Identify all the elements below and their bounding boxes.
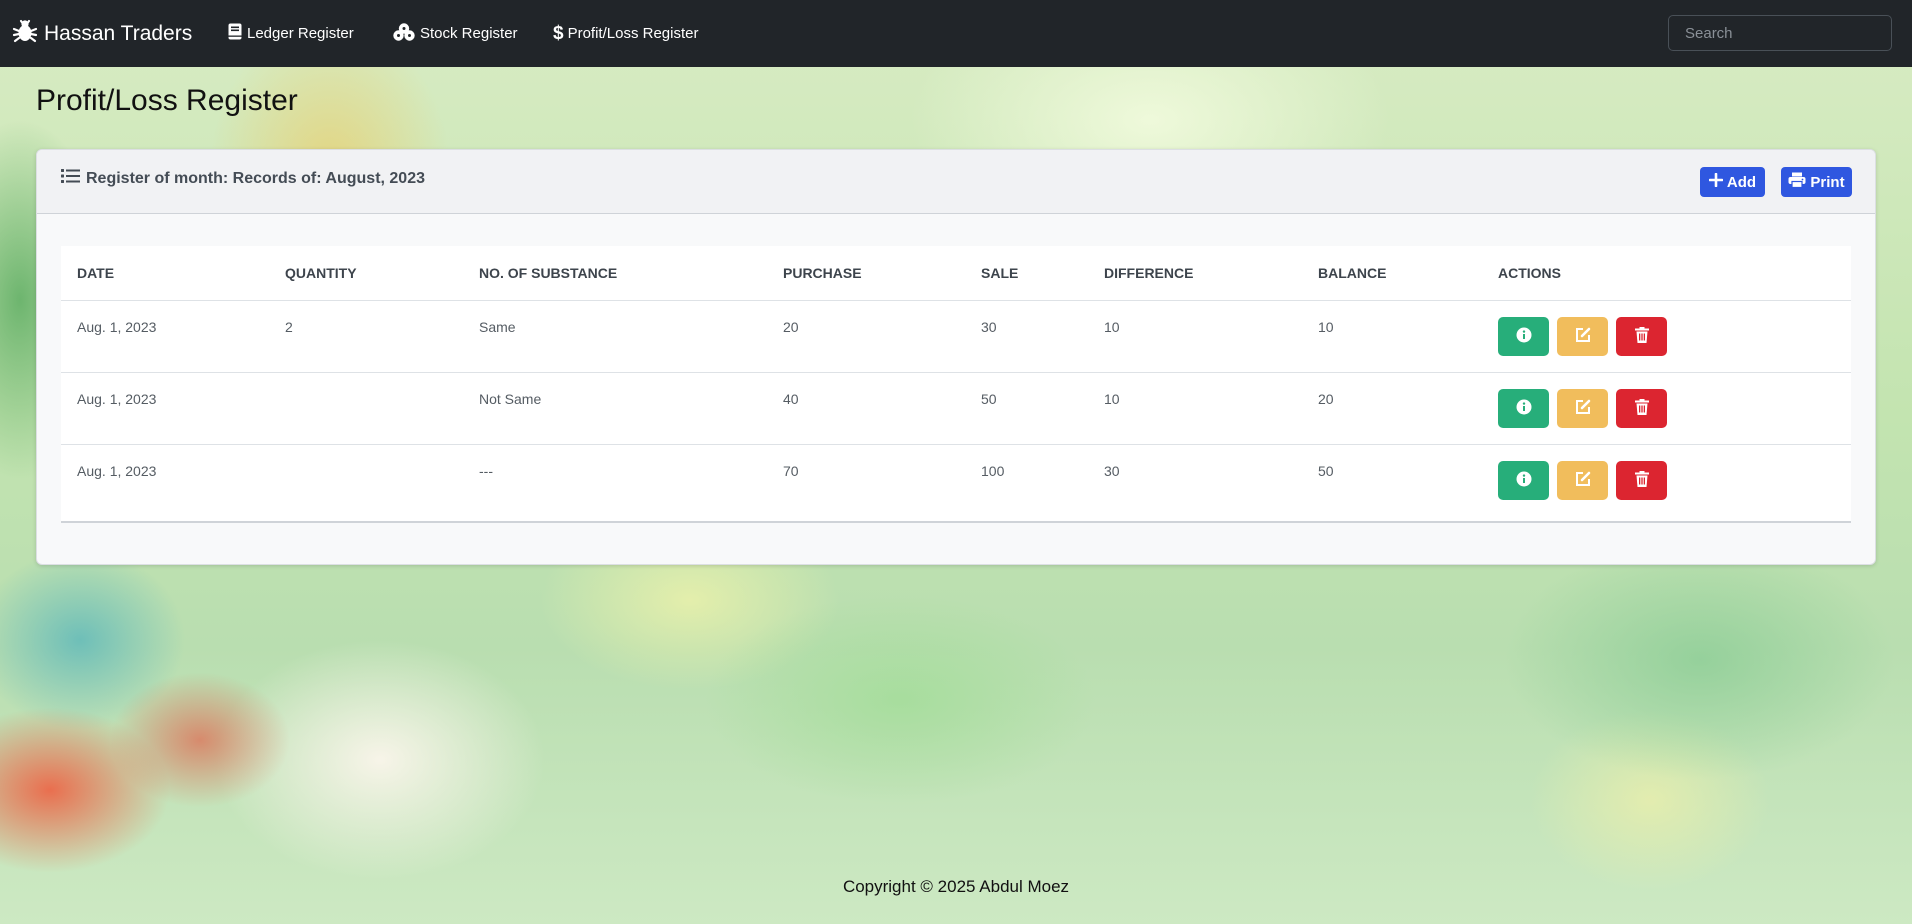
brand-link[interactable]: Hassan Traders [12, 0, 192, 67]
column-header-date: DATE [61, 246, 269, 301]
view-button[interactable] [1498, 316, 1549, 356]
nav-link-profit-loss-register[interactable]: $ Profit/Loss Register [553, 0, 698, 67]
cell-difference: 30 [1088, 443, 1302, 516]
column-header-quantity: QUANTITY [269, 246, 463, 301]
cell-balance: 20 [1302, 371, 1482, 444]
cell-difference: 10 [1088, 371, 1302, 444]
delete-button[interactable] [1616, 460, 1667, 500]
dollar-icon: $ [553, 22, 564, 44]
view-button[interactable] [1498, 460, 1549, 500]
cell-sale: 50 [965, 371, 1088, 444]
cell-substance: --- [463, 443, 767, 516]
info-icon [1516, 471, 1532, 490]
plus-icon [1708, 172, 1727, 191]
table-row: Aug. 1, 2023 --- 70 100 30 50 [61, 443, 1851, 516]
cell-difference: 10 [1104, 318, 1120, 335]
cell-balance: 50 [1302, 443, 1482, 516]
table-row: Aug. 1, 2023 2 Same 20 30 10 10 [61, 300, 1851, 372]
list-icon [61, 168, 86, 189]
delete-button[interactable] [1616, 388, 1667, 428]
nav-link-label: Profit/Loss Register [567, 25, 699, 42]
print-button-label: Print [1810, 173, 1845, 191]
cell-sale: 100 [965, 443, 1088, 516]
cell-purchase: 40 [767, 371, 965, 444]
footer-copyright: Copyright © 2025 Abdul Moez [842, 877, 1070, 896]
brand-name: Hassan Traders [44, 21, 193, 45]
info-icon [1516, 327, 1532, 346]
print-button[interactable]: Print [1781, 167, 1852, 197]
column-header-difference: DIFFERENCE [1088, 246, 1302, 301]
cell-balance: 10 [1318, 318, 1334, 335]
nav-link-stock-register[interactable]: Stock Register [393, 0, 518, 67]
table-row: Aug. 1, 2023 Not Same 40 50 10 20 [61, 371, 1851, 444]
cell-quantity: 2 [285, 318, 293, 335]
bug-icon [12, 18, 44, 50]
cell-actions [1482, 300, 1851, 372]
cell-purchase: 70 [767, 443, 965, 516]
edit-button[interactable] [1557, 316, 1608, 356]
cell-substance: Not Same [463, 371, 767, 444]
cell-quantity [269, 371, 463, 444]
register-table-container: DATE QUANTITY NO. OF SUBSTANCE PURCHASE … [61, 246, 1851, 523]
trash-icon [1634, 326, 1649, 346]
page-title: Profit/Loss Register [36, 84, 298, 117]
search-input[interactable] [1668, 15, 1892, 51]
add-button[interactable]: Add [1700, 167, 1765, 197]
view-button[interactable] [1498, 388, 1549, 428]
trash-icon [1634, 470, 1649, 490]
edit-button[interactable] [1557, 388, 1608, 428]
cell-sale: 30 [981, 318, 997, 335]
card-header: Register of month: Records of: August, 2… [37, 150, 1875, 214]
info-icon [1516, 399, 1532, 418]
column-header-sale: SALE [965, 246, 1088, 301]
cell-substance: Same [479, 318, 516, 335]
edit-icon [1574, 470, 1592, 491]
cell-quantity [269, 443, 463, 516]
edit-icon [1574, 326, 1592, 347]
card-title: Register of month: Records of: August, 2… [61, 168, 425, 189]
nav-link-ledger-register[interactable]: Ledger Register [228, 0, 354, 67]
table-header-row: DATE QUANTITY NO. OF SUBSTANCE PURCHASE … [61, 246, 1851, 301]
column-header-actions: ACTIONS [1482, 246, 1851, 301]
nav-link-label: Stock Register [420, 25, 518, 42]
add-button-label: Add [1726, 173, 1757, 191]
cell-actions [1482, 371, 1851, 444]
cell-purchase: 20 [783, 318, 799, 335]
delete-button[interactable] [1616, 316, 1667, 356]
cell-date: Aug. 1, 2023 [61, 371, 269, 444]
edit-icon [1574, 398, 1592, 419]
boxes-icon [393, 22, 420, 45]
cell-date: Aug. 1, 2023 [77, 318, 157, 335]
cell-actions [1482, 443, 1851, 516]
card-title-text: Register of month: Records of: August, 2… [86, 169, 425, 187]
register-table: DATE QUANTITY NO. OF SUBSTANCE PURCHASE … [61, 246, 1851, 516]
nav-link-label: Ledger Register [247, 25, 354, 42]
top-navbar: Hassan Traders Ledger Register Stock Reg [0, 0, 1912, 67]
trash-icon [1634, 398, 1649, 418]
edit-button[interactable] [1557, 460, 1608, 500]
column-header-balance: BALANCE [1302, 246, 1482, 301]
column-header-substance: NO. OF SUBSTANCE [463, 246, 767, 301]
cell-date: Aug. 1, 2023 [61, 443, 269, 516]
column-header-purchase: PURCHASE [767, 246, 965, 301]
book-icon [228, 23, 247, 44]
printer-icon [1788, 172, 1810, 192]
register-card: Register of month: Records of: August, 2… [36, 149, 1876, 565]
